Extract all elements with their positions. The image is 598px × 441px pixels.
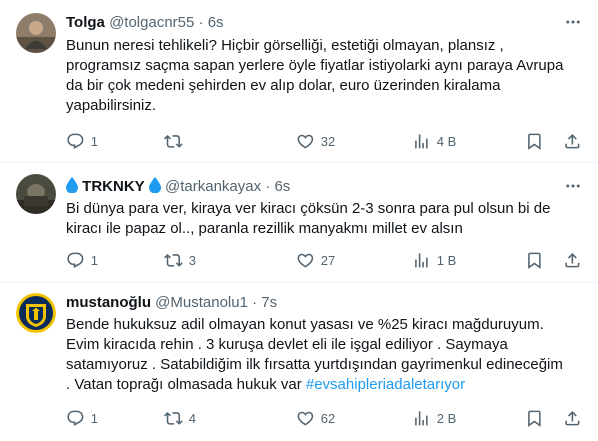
- avatar[interactable]: [16, 174, 56, 214]
- views-button[interactable]: 2 B: [412, 408, 456, 428]
- tweet-actions: 1 32 4 B: [66, 131, 586, 151]
- timestamp[interactable]: 7s: [261, 294, 277, 311]
- tweet-text: Bende hukuksuz adil olmayan konut yasası…: [66, 315, 586, 395]
- share-icon: [565, 133, 580, 149]
- author-handle[interactable]: @tarkankayax: [165, 178, 261, 195]
- tweet-text-line: . Vatan toprağı olmasada hukuk var #evsa…: [66, 375, 586, 395]
- like-button[interactable]: 27: [296, 250, 335, 270]
- retweet-count: 3: [188, 252, 196, 268]
- more-horizontal-icon[interactable]: [562, 13, 584, 33]
- tweet-header: mustanoğlu @Mustanolu1 · 7s: [66, 293, 558, 313]
- author-handle[interactable]: @tolgacnr55: [109, 14, 194, 31]
- like-count: 62: [320, 410, 336, 426]
- heart-icon: [297, 411, 314, 426]
- bookmark-icon: [528, 133, 541, 150]
- bookmark-icon: [528, 410, 541, 427]
- bookmark-button[interactable]: [525, 131, 544, 151]
- tweet-actions: 1 4 62 2 B: [66, 408, 586, 428]
- share-button[interactable]: [563, 250, 582, 270]
- retweet-button[interactable]: 3: [164, 250, 196, 270]
- tweet-text-line: Bi dünya para ver, kiraya ver kiracı çök…: [66, 200, 551, 217]
- tweet-text-line: Bende hukuksuz adil olmayan konut yasası…: [66, 316, 544, 333]
- bookmark-button[interactable]: [525, 250, 544, 270]
- tweet-text-line: programsız saçma sapan yerlere öyle fiya…: [66, 57, 564, 74]
- views-icon: [415, 410, 428, 426]
- views-count: 4 B: [436, 133, 457, 149]
- tweet-header: Tolga @tolgacnr55 · 6s: [66, 13, 558, 33]
- avatar[interactable]: [16, 13, 56, 53]
- retweet-count: 4: [188, 410, 196, 426]
- tweet[interactable]: Tolga @tolgacnr55 · 6s Bunun neresi tehl…: [0, 0, 598, 163]
- retweet-button[interactable]: 4: [164, 408, 196, 428]
- tweet-header: TRKNKY @tarkankayax · 6s: [66, 177, 558, 197]
- author-name[interactable]: mustanoğlu: [66, 294, 151, 311]
- bookmark-icon: [528, 252, 541, 269]
- views-button[interactable]: 4 B: [412, 131, 456, 151]
- water-drop-icon: [148, 177, 161, 193]
- share-icon: [565, 252, 580, 268]
- share-icon: [565, 410, 580, 426]
- timestamp[interactable]: 6s: [274, 178, 290, 195]
- reply-count: 1: [90, 133, 98, 149]
- share-button[interactable]: [563, 408, 582, 428]
- retweet-icon: [164, 134, 183, 148]
- tweet[interactable]: TRKNKY @tarkankayax · 6s Bi dünya para v…: [0, 163, 598, 283]
- author-name[interactable]: TRKNKY: [82, 178, 145, 195]
- tweet-text-line: kiracı ile papaz ol.., paranla rezillik …: [66, 220, 463, 237]
- separator: ·: [198, 14, 204, 31]
- reply-count: 1: [90, 410, 98, 426]
- tweet-text: Bunun neresi tehlikeli? Hiçbir görselliğ…: [66, 36, 586, 116]
- author-name[interactable]: Tolga: [66, 14, 105, 31]
- more-horizontal-icon[interactable]: [562, 177, 584, 197]
- reply-icon: [67, 252, 84, 268]
- like-count: 27: [320, 252, 336, 268]
- reply-icon: [67, 133, 84, 149]
- retweet-icon: [164, 411, 183, 425]
- reply-icon: [67, 410, 84, 426]
- retweet-button[interactable]: [164, 131, 189, 151]
- like-button[interactable]: 32: [296, 131, 335, 151]
- tweet-text-line: da bir çok medeni şehirden ev alıp dolar…: [66, 77, 501, 94]
- reply-button[interactable]: 1: [66, 250, 98, 270]
- bookmark-button[interactable]: [525, 408, 544, 428]
- tweet-actions: 1 3 27 1 B: [66, 250, 586, 270]
- views-icon: [415, 133, 428, 149]
- tweet[interactable]: mustanoğlu @Mustanolu1 · 7s Bende hukuks…: [0, 283, 598, 441]
- like-button[interactable]: 62: [296, 408, 335, 428]
- heart-icon: [297, 253, 314, 268]
- timeline-feed: Tolga @tolgacnr55 · 6s Bunun neresi tehl…: [0, 0, 598, 441]
- tweet-text: Bi dünya para ver, kiraya ver kiracı çök…: [66, 199, 586, 239]
- views-button[interactable]: 1 B: [412, 250, 456, 270]
- separator: ·: [265, 178, 271, 195]
- share-button[interactable]: [563, 131, 582, 151]
- reply-button[interactable]: 1: [66, 408, 98, 428]
- hashtag-link[interactable]: #evsahipleriadaletarıyor: [306, 376, 465, 393]
- heart-icon: [297, 134, 314, 149]
- views-count: 1 B: [436, 252, 457, 268]
- like-count: 32: [320, 133, 336, 149]
- separator: ·: [252, 294, 258, 311]
- tweet-text-line: yapabilirsiniz.: [66, 97, 157, 114]
- reply-button[interactable]: 1: [66, 131, 98, 151]
- tweet-text-line: satamıyoruz . Satabildiğim ilk fırsatta …: [66, 356, 563, 373]
- tweet-text-line: Bunun neresi tehlikeli? Hiçbir görselliğ…: [66, 37, 504, 54]
- timestamp[interactable]: 6s: [208, 14, 224, 31]
- retweet-icon: [164, 253, 183, 267]
- views-count: 2 B: [436, 410, 457, 426]
- reply-count: 1: [90, 252, 98, 268]
- water-drop-icon: [66, 177, 78, 193]
- views-icon: [415, 252, 428, 268]
- tweet-text-line: Evim kiracıda rehin . 3 kuruşa devlet el…: [66, 336, 508, 353]
- avatar[interactable]: [16, 293, 56, 333]
- author-handle[interactable]: @Mustanolu1: [155, 294, 248, 311]
